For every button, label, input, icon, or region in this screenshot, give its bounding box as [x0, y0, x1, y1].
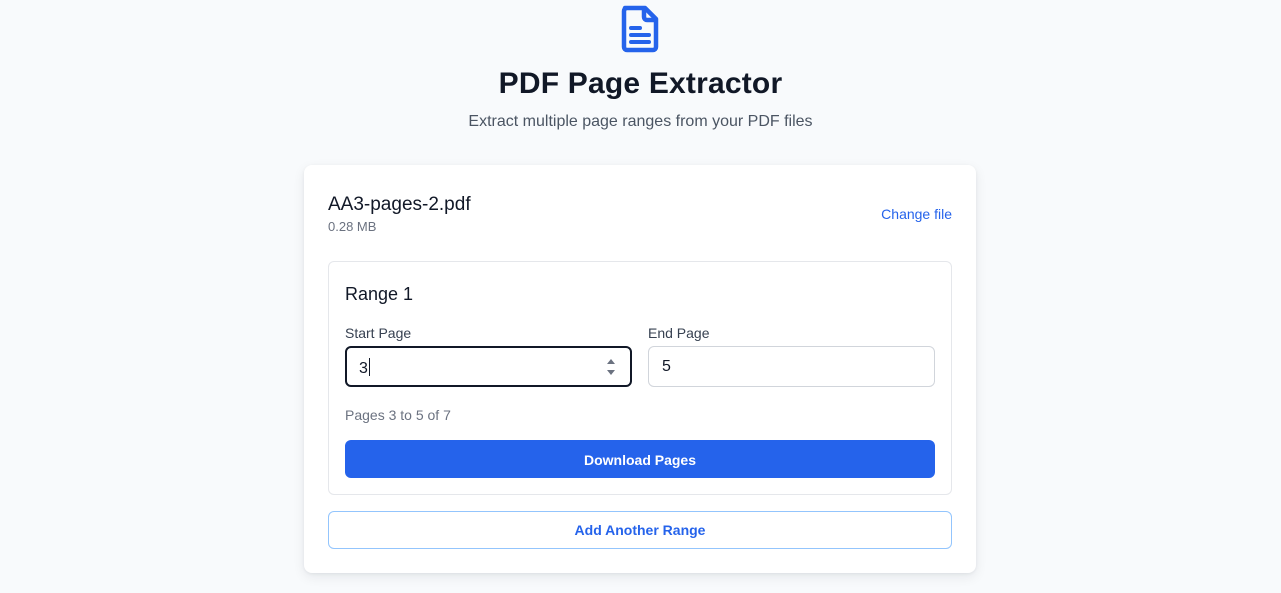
start-page-value: 3 — [359, 360, 368, 377]
range-info: Pages 3 to 5 of 7 — [345, 407, 451, 423]
add-range-button[interactable]: Add Another Range — [328, 511, 952, 549]
stepper-up-icon[interactable] — [607, 359, 615, 364]
download-pages-button[interactable]: Download Pages — [345, 440, 935, 478]
stepper-down-icon[interactable] — [607, 370, 615, 375]
range-panel: Range 1 Start Page 3 End Page 5 Pages 3 … — [328, 261, 952, 495]
end-page-input[interactable]: 5 — [648, 346, 935, 387]
end-page-label: End Page — [648, 325, 710, 341]
range-title: Range 1 — [345, 284, 414, 304]
page-title: PDF Page Extractor — [498, 67, 783, 100]
extractor-card: AA3-pages-2.pdf 0.28 MB Change file Rang… — [304, 165, 976, 573]
change-file-link[interactable]: Change file — [881, 205, 952, 223]
document-icon — [619, 5, 661, 53]
file-size: 0.28 MB — [328, 219, 377, 234]
page-subtitle: Extract multiple page ranges from your P… — [468, 113, 813, 130]
file-name: AA3-pages-2.pdf — [328, 194, 471, 215]
end-page-value: 5 — [662, 358, 671, 375]
text-cursor — [368, 358, 370, 376]
number-stepper[interactable] — [606, 355, 616, 379]
start-page-label: Start Page — [345, 325, 412, 341]
start-page-input[interactable]: 3 — [345, 346, 632, 387]
